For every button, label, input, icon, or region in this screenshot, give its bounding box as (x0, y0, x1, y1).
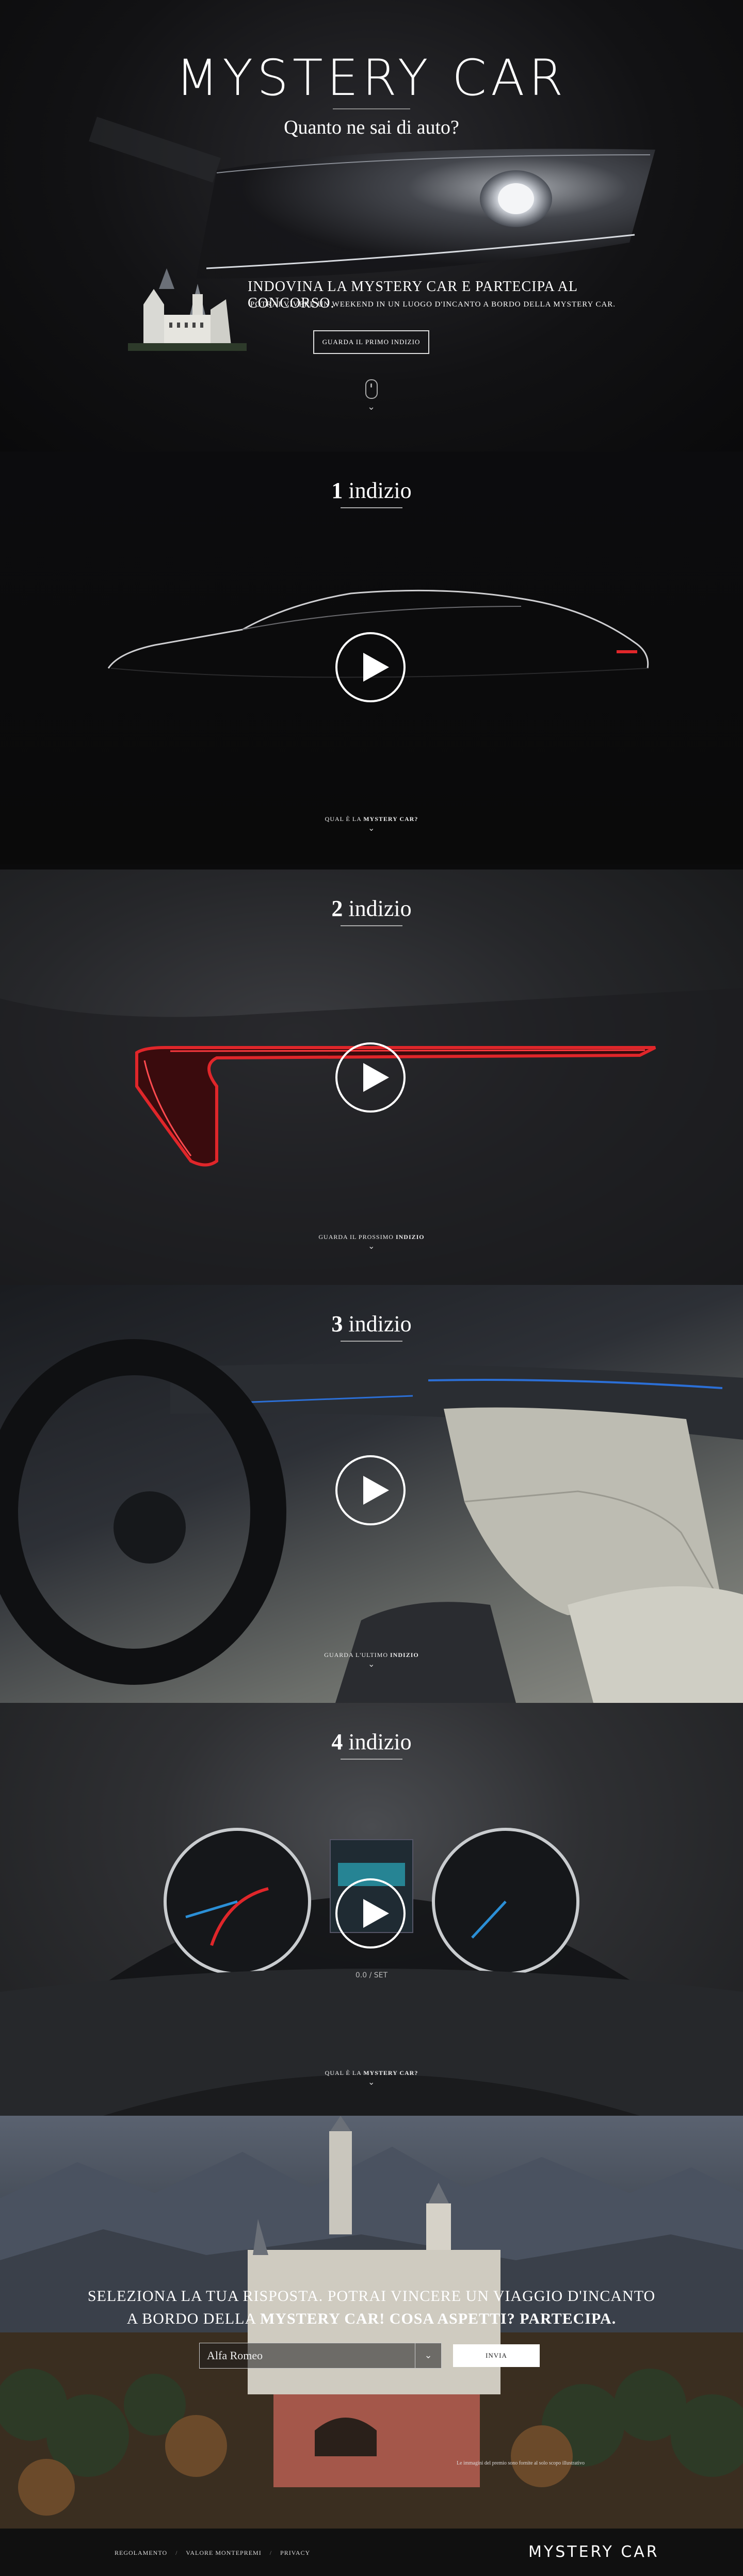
brand-select-value: Alfa Romeo (207, 2349, 263, 2362)
footer-links: REGOLAMENTO / VALORE MONTEPREMI / PRIVAC… (115, 2549, 310, 2557)
contest-line-2-bold: MYSTERY CAR! COSA ASPETTI? PARTECIPA. (260, 2310, 617, 2327)
contest-heading: SELEZIONA LA TUA RISPOSTA. POTRAI VINCER… (0, 2285, 743, 2330)
castle-thumbnail (128, 268, 247, 351)
chevron-down-icon[interactable]: ⌄ (368, 2077, 375, 2087)
play-icon (363, 1899, 389, 1928)
clue-next-link[interactable]: QUAL È LA MYSTERY CAR? (0, 2069, 743, 2077)
chevron-down-icon[interactable]: ⌄ (368, 1659, 375, 1669)
footer-link-regolamento[interactable]: REGOLAMENTO (115, 2549, 167, 2556)
chevron-down-icon[interactable]: ⌄ (368, 823, 375, 833)
play-video-button[interactable] (335, 1878, 406, 1949)
next-bold: MYSTERY CAR? (363, 2069, 418, 2076)
play-icon (363, 1476, 389, 1505)
clue-next-link[interactable]: GUARDA L'ULTIMO INDIZIO (0, 1651, 743, 1659)
hero-section: MYSTERY CAR Quanto ne sai di auto? INDOV… (0, 0, 743, 452)
submit-button[interactable]: INVIA (453, 2344, 540, 2367)
next-prefix: GUARDA IL PROSSIMO (318, 1233, 394, 1241)
chevron-down-icon[interactable]: ⌄ (415, 2343, 441, 2368)
clue-3-section: 3 indizio GUARDA L'ULTIMO INDIZIO ⌄ (0, 1285, 743, 1703)
first-clue-button[interactable]: GUARDA IL PRIMO INDIZIO (313, 330, 429, 354)
footer-logo: MYSTERY CAR (528, 2543, 659, 2561)
clue-4-section: 4 indizio 0.0 / SET QUAL È LA MYSTERY CA… (0, 1703, 743, 2116)
scroll-mouse-icon (365, 379, 378, 399)
brand-select[interactable]: Alfa Romeo ⌄ (199, 2343, 442, 2369)
site-title: MYSTERY CAR (175, 49, 568, 107)
odometer-readout: 0.0 / SET (355, 1971, 388, 1979)
next-bold: MYSTERY CAR? (363, 815, 418, 823)
contest-line-2: A BORDO DELLA MYSTERY CAR! COSA ASPETTI?… (0, 2308, 743, 2330)
next-prefix: QUAL È LA (325, 815, 362, 823)
site-subtitle: Quanto ne sai di auto? (284, 117, 459, 138)
contest-line-2-prefix: A BORDO DELLA (126, 2310, 256, 2327)
clue-next-link[interactable]: GUARDA IL PROSSIMO INDIZIO (0, 1233, 743, 1241)
image-disclaimer: Le immagini del premio sono fornite al s… (457, 2460, 585, 2466)
next-bold: INDIZIO (395, 1233, 425, 1241)
play-icon (363, 1063, 389, 1092)
clue-2-section: 2 indizio GUARDA IL PROSSIMO INDIZIO ⌄ (0, 870, 743, 1285)
footer-link-valore-montepremi[interactable]: VALORE MONTEPREMI (186, 2549, 261, 2556)
title-divider (333, 108, 410, 109)
next-bold: INDIZIO (390, 1651, 419, 1659)
play-icon (363, 653, 389, 682)
footer-link-privacy[interactable]: PRIVACY (280, 2549, 310, 2556)
next-prefix: QUAL È LA (325, 2069, 362, 2076)
next-prefix: GUARDA L'ULTIMO (324, 1651, 389, 1659)
clue-next-link[interactable]: QUAL È LA MYSTERY CAR? (0, 815, 743, 823)
play-video-button[interactable] (335, 1455, 406, 1525)
chevron-down-icon[interactable]: ⌄ (367, 401, 375, 412)
footer: REGOLAMENTO / VALORE MONTEPREMI / PRIVAC… (0, 2529, 743, 2576)
hero-description: POTRAI VIVERE UN WEEKEND IN UN LUOGO D'I… (250, 300, 616, 309)
chevron-down-icon[interactable]: ⌄ (368, 1241, 375, 1251)
play-video-button[interactable] (335, 632, 406, 702)
clue-1-section: 1 indizio QUAL È LA MYSTERY CAR? ⌄ (0, 452, 743, 864)
footer-separator: / (269, 2549, 272, 2556)
contest-section: SELEZIONA LA TUA RISPOSTA. POTRAI VINCER… (0, 2116, 743, 2529)
contest-line-1: SELEZIONA LA TUA RISPOSTA. POTRAI VINCER… (87, 2288, 656, 2305)
play-video-button[interactable] (335, 1042, 406, 1113)
footer-separator: / (175, 2549, 178, 2556)
